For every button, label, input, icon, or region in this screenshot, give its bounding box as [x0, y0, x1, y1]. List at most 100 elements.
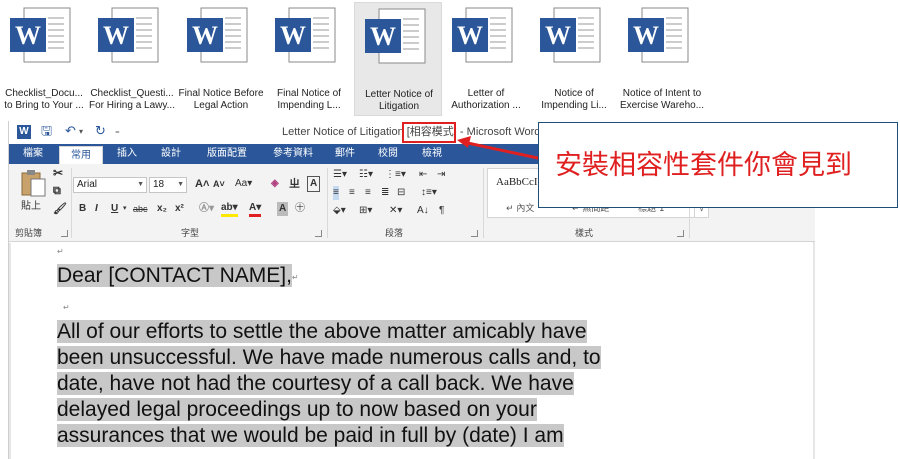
paragraph-launcher-icon[interactable]: [471, 230, 478, 237]
paste-icon[interactable]: [19, 168, 49, 198]
align-left-icon[interactable]: ≡: [333, 186, 339, 200]
redo-icon[interactable]: ↻: [95, 124, 106, 140]
svg-text:W: W: [457, 21, 483, 50]
tab-layout[interactable]: 版面配置: [197, 144, 257, 164]
highlight-icon[interactable]: ab▾: [221, 202, 238, 217]
paragraph-group-label: 段落: [385, 229, 404, 239]
file-item[interactable]: W Notice of Intent to Exercise Wareho...: [618, 2, 706, 116]
italic-button[interactable]: I: [95, 202, 98, 216]
greeting-text: Dear [CONTACT NAME],: [57, 264, 292, 287]
paragraph-mark: ↵: [57, 247, 64, 256]
underline-button[interactable]: U: [111, 202, 118, 216]
underline-dropdown-icon[interactable]: ▾: [123, 202, 127, 216]
file-label: Notice of Impending Li...: [541, 88, 607, 111]
save-icon[interactable]: 🖫: [41, 124, 52, 140]
word-document-icon: W: [628, 7, 689, 63]
multilevel-list-icon[interactable]: ⋮≡▾: [385, 168, 406, 182]
asian-layout-icon[interactable]: ✕▾: [389, 204, 402, 218]
phonetic-guide-icon[interactable]: ㄓ: [289, 177, 300, 191]
body-line: assurances that we would be paid in full…: [57, 424, 564, 447]
numbering-icon[interactable]: ☷▾: [359, 168, 373, 182]
font-name-box[interactable]: Arial ▼: [73, 177, 147, 193]
tab-view[interactable]: 檢視: [413, 144, 451, 164]
enclose-char-icon[interactable]: ㊉: [295, 202, 305, 216]
paragraph-mark: ↵: [291, 273, 299, 282]
distributed-icon[interactable]: ⊟: [397, 186, 405, 200]
shading-icon[interactable]: ⬙▾: [333, 204, 346, 218]
file-item[interactable]: W Checklist_Questi... For Hiring a Lawy.…: [88, 2, 176, 116]
undo-dropdown-icon[interactable]: ▾: [79, 124, 83, 140]
tab-file[interactable]: 檔案: [9, 144, 57, 164]
align-right-icon[interactable]: ≡: [365, 186, 371, 200]
bullets-icon[interactable]: ☰▾: [333, 168, 347, 182]
file-item[interactable]: W Letter of Authorization ...: [442, 2, 530, 116]
bold-button[interactable]: B: [79, 202, 86, 216]
sort-icon[interactable]: A↓: [417, 204, 429, 218]
justify-icon[interactable]: ≣: [381, 186, 389, 200]
file-label: Checklist_Docu... to Bring to Your ...: [4, 88, 84, 111]
change-case-icon[interactable]: Aa▾: [235, 177, 252, 191]
svg-text:W: W: [545, 21, 571, 50]
show-marks-icon[interactable]: ¶: [439, 204, 444, 218]
word-document-icon: W: [10, 7, 71, 63]
body-line: date, have not had the courtesy of a cal…: [57, 372, 574, 395]
font-color-icon[interactable]: A▾: [249, 202, 262, 217]
tab-review[interactable]: 校閱: [369, 144, 407, 164]
file-item[interactable]: W Final Notice Before Legal Action: [177, 2, 265, 116]
font-launcher-icon[interactable]: [315, 230, 322, 237]
body-line: All of our efforts to settle the above m…: [57, 320, 587, 343]
font-size-box[interactable]: 18 ▼: [149, 177, 187, 193]
clipboard-launcher-icon[interactable]: [61, 230, 68, 237]
chevron-down-icon: ▼: [137, 181, 144, 188]
svg-text:W: W: [192, 21, 218, 50]
increase-indent-icon[interactable]: ⇥: [437, 168, 445, 182]
subscript-button[interactable]: x₂: [157, 202, 167, 216]
cut-icon[interactable]: ✂: [53, 166, 63, 180]
word-document-icon: W: [365, 8, 426, 64]
body-paragraph[interactable]: All of our efforts to settle the above m…: [57, 319, 601, 449]
file-label: Letter of Authorization ...: [451, 88, 521, 111]
shrink-font-icon[interactable]: A˅: [213, 177, 225, 191]
tab-insert[interactable]: 插入: [107, 144, 147, 164]
align-center-icon[interactable]: ≡: [349, 186, 355, 200]
tab-home[interactable]: 常用: [59, 146, 103, 164]
grow-font-icon[interactable]: A˄: [195, 177, 209, 191]
customize-qat-icon[interactable]: ₌: [115, 124, 120, 140]
strikethrough-button[interactable]: abc: [133, 202, 148, 216]
file-item-selected[interactable]: W Letter Notice of Litigation: [354, 2, 442, 116]
document-page[interactable]: ↵ Dear [CONTACT NAME],↵ ↵ All of our eff…: [11, 243, 813, 459]
clear-format-icon[interactable]: ◈: [271, 177, 279, 191]
word-document-icon: W: [452, 7, 513, 63]
copy-icon[interactable]: ⧉: [53, 184, 61, 198]
styles-launcher-icon[interactable]: [677, 230, 684, 237]
file-label: Notice of Intent to Exercise Wareho...: [619, 88, 705, 111]
style-normal[interactable]: ↵ 內文: [506, 203, 534, 215]
tab-design[interactable]: 設計: [151, 144, 191, 164]
text-effects-icon[interactable]: Ⓐ▾: [199, 202, 214, 216]
undo-icon[interactable]: ↶: [65, 124, 76, 140]
file-item[interactable]: W Checklist_Docu... to Bring to Your ...: [0, 2, 88, 116]
superscript-button[interactable]: x²: [175, 202, 184, 216]
paste-button[interactable]: 貼上: [21, 200, 41, 214]
svg-text:W: W: [15, 21, 41, 50]
line-spacing-icon[interactable]: ↕≡▾: [421, 186, 437, 200]
font-size-value: 18: [153, 179, 165, 190]
file-item[interactable]: W Final Notice of Impending L...: [265, 2, 353, 116]
format-painter-icon[interactable]: 🖌: [53, 202, 67, 216]
body-line: been unsuccessful. We have made numerous…: [57, 346, 601, 369]
char-border-icon[interactable]: A: [307, 176, 321, 192]
word-app-icon: W: [17, 125, 31, 139]
font-name-value: Arial: [77, 179, 98, 190]
greeting-paragraph[interactable]: Dear [CONTACT NAME],↵: [57, 263, 299, 289]
borders-icon[interactable]: ⊞▾: [359, 204, 372, 218]
word-document-icon: W: [540, 7, 601, 63]
tab-mailings[interactable]: 郵件: [327, 144, 363, 164]
file-icons-strip: W Checklist_Docu... to Bring to Your ...…: [0, 0, 900, 118]
decrease-indent-icon[interactable]: ⇤: [419, 168, 427, 182]
font-group-label: 字型: [181, 229, 200, 239]
char-shading-icon[interactable]: A: [277, 202, 289, 216]
file-item[interactable]: W Notice of Impending Li...: [530, 2, 618, 116]
tab-references[interactable]: 參考資料: [263, 144, 323, 164]
word-document-icon: W: [275, 7, 336, 63]
style-sample-normal[interactable]: AaBbCcI: [496, 175, 538, 189]
